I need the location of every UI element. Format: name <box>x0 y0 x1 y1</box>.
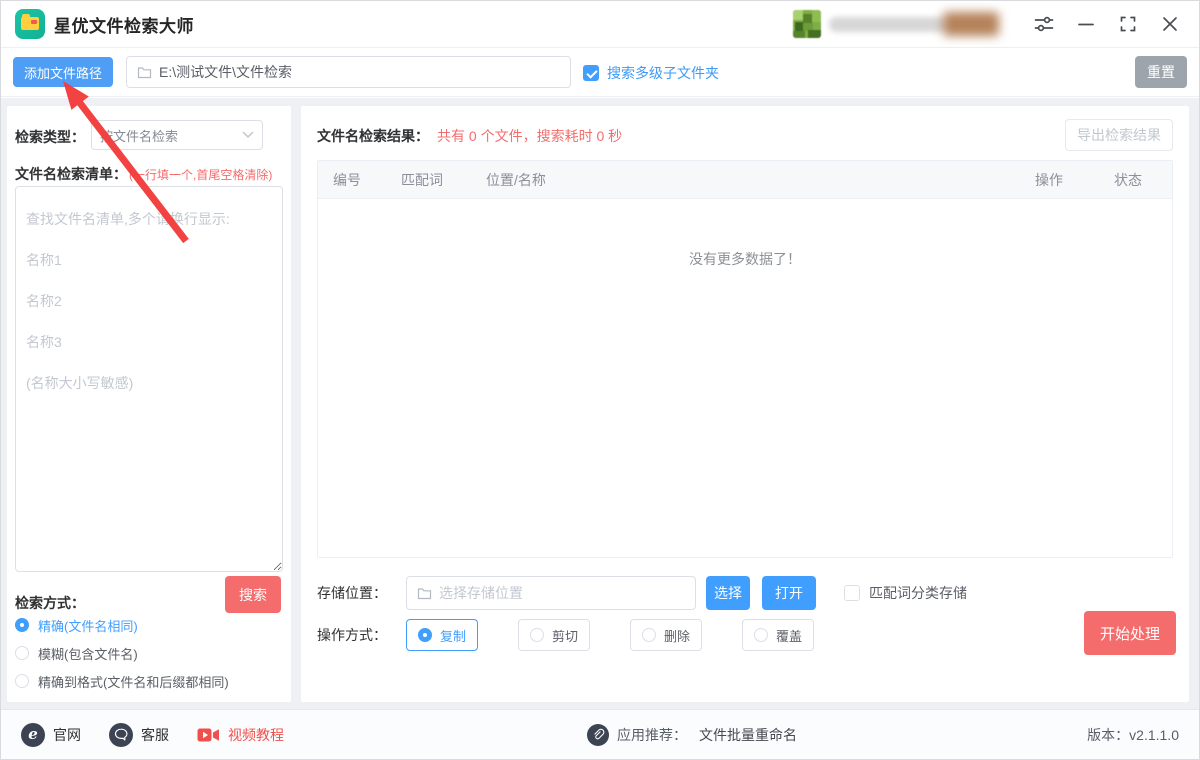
storage-location-input[interactable] <box>439 585 685 601</box>
radio-icon[interactable] <box>530 628 544 642</box>
operation-label: 操作方式： <box>317 625 393 645</box>
results-summary: 共有 0 个文件，搜索耗时 0 秒 <box>437 126 622 146</box>
chevron-down-icon <box>242 131 254 139</box>
op-delete[interactable]: 删除 <box>630 619 702 651</box>
toolbar: 添加文件路径 搜索多级子文件夹 重置 <box>1 49 1199 97</box>
search-type-select[interactable]: 按文件名检索 <box>91 120 263 150</box>
version-text: 版本：v2.1.1.0 <box>1087 725 1179 745</box>
radio-checked-icon[interactable] <box>15 618 29 632</box>
user-badge-redacted <box>943 12 999 36</box>
method-radio-exact-format[interactable]: 精确到格式(文件名和后缀都相同) <box>15 670 229 692</box>
radio-icon[interactable] <box>15 646 29 660</box>
operation-row: 操作方式： 复制 剪切 删除 覆盖 <box>317 619 814 651</box>
empty-state-text: 没有更多数据了！ <box>318 199 1172 269</box>
recommend-app-name[interactable]: 文件批量重命名 <box>699 725 797 745</box>
col-status: 状态 <box>1084 170 1172 190</box>
avatar <box>793 10 821 38</box>
results-title: 文件名检索结果： <box>317 126 429 146</box>
subfolder-checkbox-label: 搜索多级子文件夹 <box>607 63 719 83</box>
select-storage-button[interactable]: 选择 <box>706 576 750 610</box>
radio-icon[interactable] <box>642 628 656 642</box>
subfolder-checkbox[interactable] <box>583 65 599 81</box>
reset-button[interactable]: 重置 <box>1135 56 1187 88</box>
maximize-button[interactable] <box>1117 13 1139 35</box>
username-redacted <box>829 17 947 32</box>
storage-row: 存储位置： 选择 打开 匹配词分类存储 <box>317 576 967 610</box>
op-overwrite[interactable]: 覆盖 <box>742 619 814 651</box>
col-location: 位置/名称 <box>468 170 1014 190</box>
col-matchword: 匹配词 <box>376 170 468 190</box>
method-radio-fuzzy[interactable]: 模糊(包含文件名) <box>15 642 138 664</box>
browser-e-icon: e <box>21 723 45 747</box>
classify-checkbox-row[interactable]: 匹配词分类存储 <box>844 583 967 603</box>
title-bar: 星优文件检索大师 <box>1 1 1199 48</box>
op-copy[interactable]: 复制 <box>406 619 478 651</box>
folder-icon <box>137 65 152 79</box>
footer-video-tutorial-link[interactable]: 视频教程 <box>197 725 284 745</box>
export-results-button[interactable]: 导出检索结果 <box>1065 119 1173 151</box>
name-list-textarea[interactable] <box>15 186 283 572</box>
start-processing-button[interactable]: 开始处理 <box>1084 611 1176 655</box>
op-cut[interactable]: 剪切 <box>518 619 590 651</box>
footer-support-link[interactable]: 客服 <box>109 723 169 747</box>
name-list-hint: (一行填一个,首尾空格清除) <box>129 166 272 183</box>
radio-icon[interactable] <box>754 628 768 642</box>
radio-checked-icon[interactable] <box>418 628 432 642</box>
footer: e 官网 客服 视频教程 应用推荐： 文件批量重命名 版本：v2.1.1.0 <box>1 709 1199 759</box>
method-radio-exact[interactable]: 精确(文件名相同) <box>15 614 138 636</box>
chat-bubble-icon <box>109 723 133 747</box>
recommend-label: 应用推荐： <box>617 725 687 745</box>
search-type-value: 按文件名检索 <box>100 126 178 145</box>
storage-input-wrap[interactable] <box>406 576 696 610</box>
search-button[interactable]: 搜索 <box>225 576 281 613</box>
search-path-input[interactable] <box>159 64 560 80</box>
radio-icon[interactable] <box>15 674 29 688</box>
paperclip-icon <box>587 724 609 746</box>
results-table-header: 编号 匹配词 位置/名称 操作 状态 <box>318 161 1172 199</box>
search-config-sidebar: 检索类型： 按文件名检索 文件名检索清单： (一行填一个,首尾空格清除) 检索方… <box>7 106 291 702</box>
subfolder-checkbox-row[interactable]: 搜索多级子文件夹 <box>583 49 719 97</box>
minimize-button[interactable] <box>1075 13 1097 35</box>
app-title: 星优文件检索大师 <box>54 12 194 37</box>
path-input-wrap[interactable] <box>126 56 571 88</box>
user-account-chip[interactable] <box>793 9 999 39</box>
settings-sliders-icon[interactable] <box>1033 13 1055 35</box>
search-type-label: 检索类型： <box>15 127 85 147</box>
add-path-button[interactable]: 添加文件路径 <box>13 57 113 87</box>
footer-app-recommendation[interactable]: 应用推荐： 文件批量重命名 <box>587 724 797 746</box>
results-table: 编号 匹配词 位置/名称 操作 状态 没有更多数据了！ <box>317 160 1173 558</box>
classify-checkbox[interactable] <box>844 585 860 601</box>
classify-checkbox-label: 匹配词分类存储 <box>869 583 967 603</box>
col-operation: 操作 <box>1014 170 1084 190</box>
close-button[interactable] <box>1159 13 1181 35</box>
col-number: 编号 <box>318 170 376 190</box>
results-panel: 文件名检索结果： 共有 0 个文件，搜索耗时 0 秒 导出检索结果 编号 匹配词… <box>301 106 1189 702</box>
app-logo-icon <box>15 9 45 39</box>
name-list-label: 文件名检索清单： <box>15 164 127 184</box>
search-method-label: 检索方式： <box>15 595 85 611</box>
video-camera-icon <box>197 727 220 743</box>
storage-label: 存储位置： <box>317 583 393 603</box>
content-background: 检索类型： 按文件名检索 文件名检索清单： (一行填一个,首尾空格清除) 检索方… <box>1 98 1199 709</box>
folder-icon <box>417 586 432 600</box>
footer-website-link[interactable]: e 官网 <box>21 723 81 747</box>
open-storage-button[interactable]: 打开 <box>762 576 816 610</box>
